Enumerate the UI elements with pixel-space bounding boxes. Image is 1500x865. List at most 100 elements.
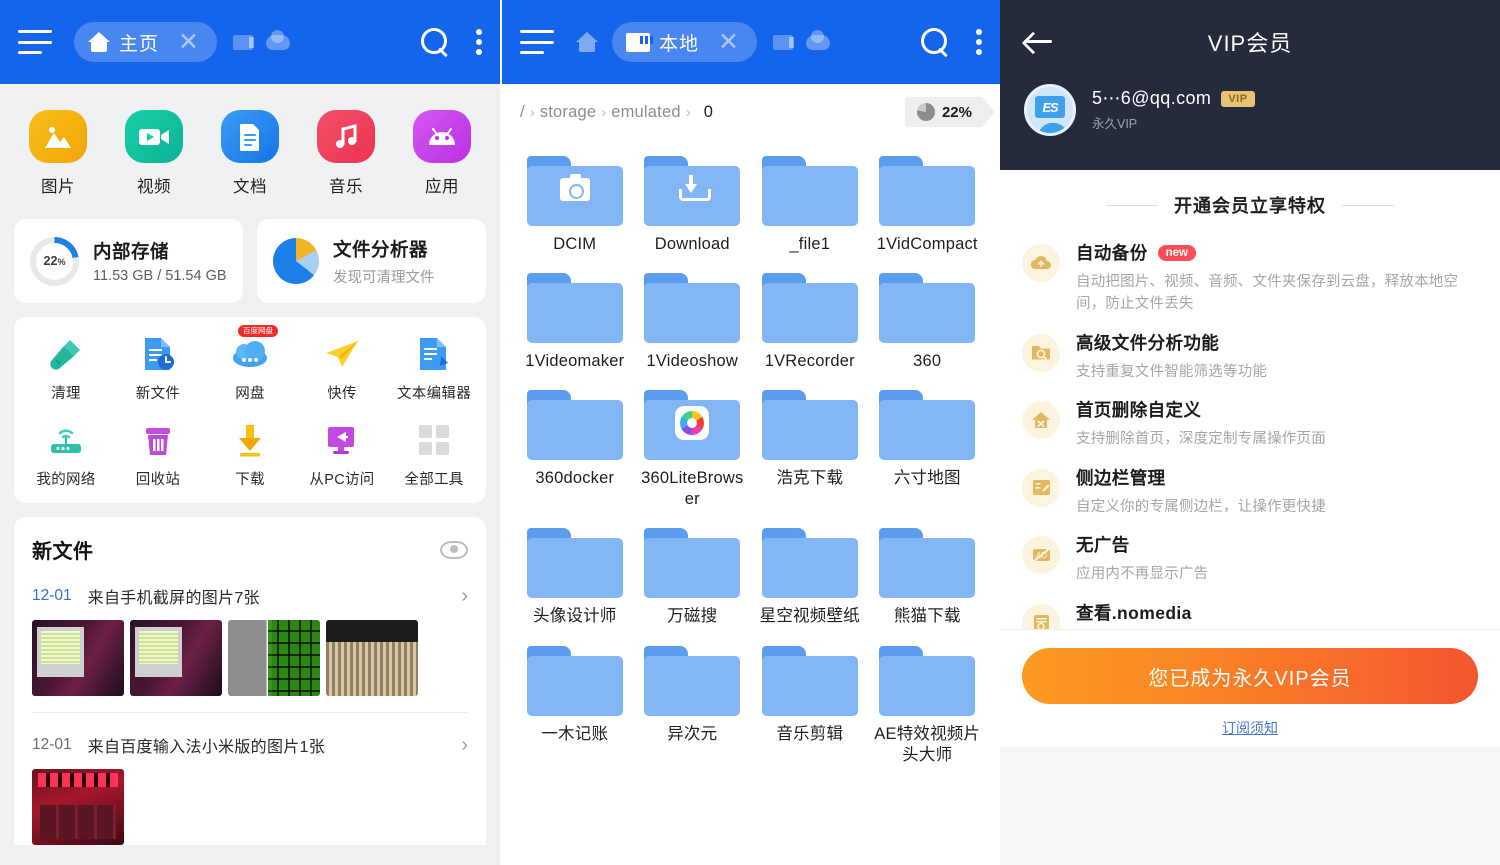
folder-item-download[interactable]: Download: [634, 146, 752, 261]
folder-item-music-editor[interactable]: 音乐剪辑: [751, 636, 869, 772]
quick-access-label: 图片: [18, 173, 98, 197]
vip-panel: VIP会员 ES 5⋯6@qq.com VIP 永久VIP 开通会员立享特权: [1000, 0, 1500, 865]
folder-item-360docker[interactable]: 360docker: [516, 380, 634, 516]
folder-item-360[interactable]: 360: [869, 263, 987, 378]
membership-status: 永久VIP: [1092, 113, 1255, 132]
folder-item-ae-intro-master[interactable]: AE特效视频片头大师: [869, 636, 987, 772]
tool-pc-access[interactable]: 从PC访问: [296, 419, 388, 489]
quick-access-documents[interactable]: 文档: [210, 110, 290, 197]
quick-access-row: 图片 视频 文档 音乐: [0, 84, 500, 219]
folder-item-1videoshow[interactable]: 1Videoshow: [634, 263, 752, 378]
folder-item-dcim[interactable]: DCIM: [516, 146, 634, 261]
tool-download[interactable]: 下载: [204, 419, 296, 489]
internal-storage-card[interactable]: 22% 内部存储 11.53 GB / 51.54 GB: [14, 219, 243, 303]
search-icon[interactable]: [920, 27, 950, 57]
text-editor-icon: [411, 333, 457, 375]
tool-label: 网盘: [204, 382, 296, 403]
new-files-text: 来自百度输入法小米版的图片1张: [88, 733, 446, 757]
search-icon[interactable]: [420, 27, 450, 57]
vip-user-info: 5⋯6@qq.com VIP 永久VIP: [1092, 88, 1255, 132]
tab-home[interactable]: 主页 ✕: [74, 22, 217, 62]
folder-item-file1[interactable]: _file1: [751, 146, 869, 261]
folder-item-yimu-accounting[interactable]: 一木记账: [516, 636, 634, 772]
new-files-row[interactable]: 12-01 来自手机截屏的图片7张 ›: [32, 584, 468, 608]
benefit-description: 自定义你的专属侧边栏，让操作更快捷: [1076, 496, 1326, 518]
close-icon[interactable]: ✕: [168, 30, 209, 55]
vip-cta-button[interactable]: 您已成为永久VIP会员: [1022, 648, 1478, 704]
folder-item-starry-wallpaper[interactable]: 星空视频壁纸: [751, 518, 869, 633]
thumbnail[interactable]: [130, 620, 222, 696]
tool-all-tools[interactable]: 全部工具: [388, 419, 480, 489]
folder-icon: [527, 528, 623, 598]
document-icon: [221, 110, 279, 163]
benefit-title: 侧边栏管理: [1076, 465, 1166, 490]
tool-cloud-disk[interactable]: 百度网盘 网盘: [204, 333, 296, 403]
folder-name: 360docker: [520, 468, 630, 489]
benefits-title-text: 开通会员立享特权: [1174, 192, 1326, 218]
folder-name: 1VidCompact: [873, 234, 983, 255]
folder-item-1vrecorder[interactable]: 1VRecorder: [751, 263, 869, 378]
folder-item-1videomaker[interactable]: 1Videomaker: [516, 263, 634, 378]
folder-name: 头像设计师: [520, 606, 630, 627]
breadcrumb-root[interactable]: /: [520, 103, 525, 122]
kebab-menu-icon[interactable]: [476, 29, 482, 55]
new-badge: new: [1158, 245, 1196, 261]
breadcrumb-part-emulated[interactable]: emulated: [611, 103, 680, 122]
folder-item-360litebrowser[interactable]: 360LiteBrowser: [634, 380, 752, 516]
quick-access-pictures[interactable]: 图片: [18, 110, 98, 197]
cloud-icon[interactable]: [806, 35, 830, 50]
folder-name: _file1: [755, 234, 865, 255]
thumbnail[interactable]: [228, 620, 320, 696]
hamburger-icon[interactable]: [18, 30, 52, 54]
back-arrow-icon[interactable]: [1024, 30, 1054, 54]
tool-new-file[interactable]: 新文件: [112, 333, 204, 403]
folder-name: 1VRecorder: [755, 351, 865, 372]
tool-my-network[interactable]: 我的网络: [20, 419, 112, 489]
folder-item-avatar-designer[interactable]: 头像设计师: [516, 518, 634, 633]
thumbnail[interactable]: [326, 620, 418, 696]
subscription-notice-link[interactable]: 订阅须知: [1222, 718, 1278, 738]
eye-icon[interactable]: [440, 541, 468, 559]
close-icon[interactable]: ✕: [708, 30, 749, 55]
breadcrumb-separator: ›: [686, 104, 691, 121]
files-topbar: 本地 ✕: [502, 0, 1000, 84]
cloud-icon[interactable]: [266, 35, 290, 50]
breadcrumb-part-current[interactable]: 0: [704, 103, 713, 122]
tool-quick-send[interactable]: 快传: [296, 333, 388, 403]
tool-recycle-bin[interactable]: 回收站: [112, 419, 204, 489]
home-icon[interactable]: [576, 32, 598, 52]
tool-text-editor[interactable]: 文本编辑器: [388, 333, 480, 403]
quick-access-label: 音乐: [306, 173, 386, 197]
quick-access-apps[interactable]: 应用: [402, 110, 482, 197]
tab-local[interactable]: 本地 ✕: [612, 22, 757, 62]
quick-access-videos[interactable]: 视频: [114, 110, 194, 197]
thumbnail[interactable]: [32, 620, 124, 696]
folder-item-haoke-download[interactable]: 浩克下载: [751, 380, 869, 516]
benefits-section-title: 开通会员立享特权: [1000, 170, 1500, 226]
thumbnail[interactable]: [32, 769, 124, 845]
file-analyzer-card[interactable]: 文件分析器 发现可清理文件: [257, 219, 486, 303]
quick-access-music[interactable]: 音乐: [306, 110, 386, 197]
breadcrumb-part-storage[interactable]: storage: [540, 103, 596, 122]
hamburger-icon[interactable]: [520, 30, 554, 54]
chevron-right-icon[interactable]: ›: [461, 585, 468, 608]
folder-item-wancisou[interactable]: 万磁搜: [634, 518, 752, 633]
image-icon: [29, 110, 87, 163]
sdcard-icon[interactable]: [773, 35, 793, 50]
breadcrumb-separator: ›: [601, 104, 606, 121]
tool-label: 从PC访问: [296, 468, 388, 489]
sdcard-icon[interactable]: [233, 35, 253, 50]
tool-clean[interactable]: 清理: [20, 333, 112, 403]
storage-usage-pill[interactable]: 22%: [905, 97, 982, 127]
benefit-title: 查看.nomedia: [1076, 600, 1192, 625]
vip-user-row[interactable]: ES 5⋯6@qq.com VIP 永久VIP: [1024, 84, 1476, 136]
folder-item-panda-download[interactable]: 熊猫下载: [869, 518, 987, 633]
new-files-row[interactable]: 12-01 来自百度输入法小米版的图片1张 ›: [32, 733, 468, 757]
folder-name: 熊猫下载: [873, 606, 983, 627]
broom-icon: [43, 333, 89, 375]
folder-item-yicyuan[interactable]: 异次元: [634, 636, 752, 772]
folder-item-1vidcompact[interactable]: 1VidCompact: [869, 146, 987, 261]
chevron-right-icon[interactable]: ›: [461, 734, 468, 757]
folder-item-liucun-map[interactable]: 六寸地图: [869, 380, 987, 516]
kebab-menu-icon[interactable]: [976, 29, 982, 55]
